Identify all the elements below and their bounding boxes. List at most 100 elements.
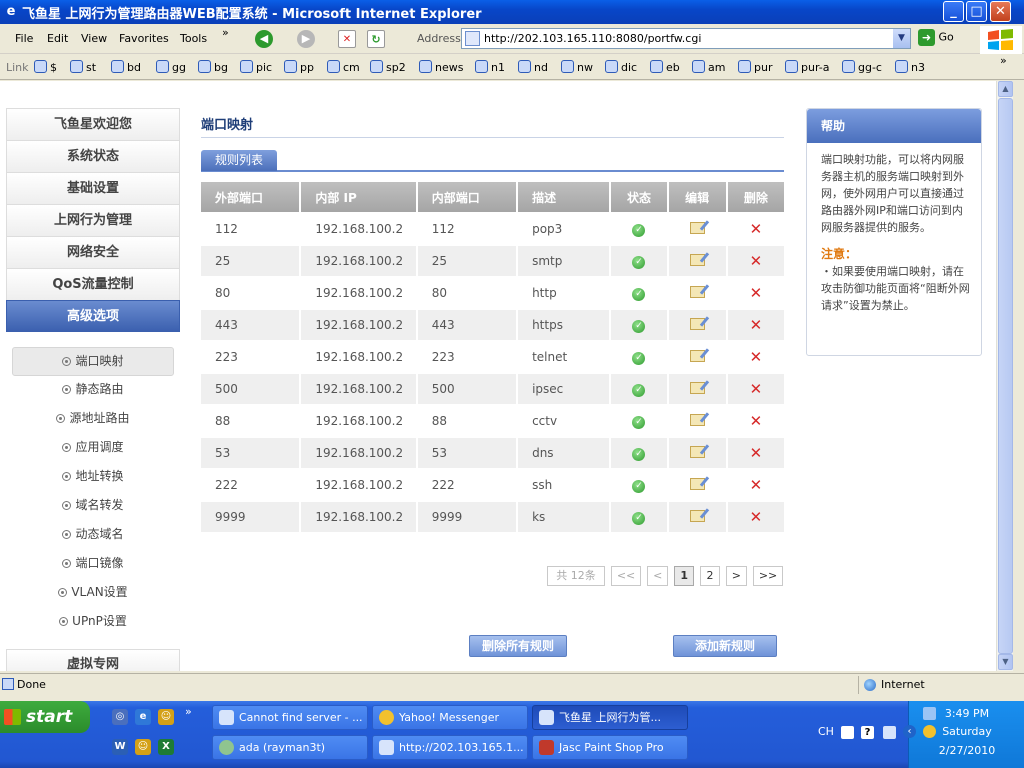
link-item[interactable]: pic: [240, 60, 272, 74]
menu-view[interactable]: View: [81, 32, 107, 45]
sub-item-port-mapping[interactable]: 端口映射: [12, 347, 174, 376]
delete-x-icon[interactable]: ✕: [750, 412, 763, 430]
scroll-thumb[interactable]: [998, 98, 1013, 654]
task-cannot-find-server[interactable]: Cannot find server - ...: [212, 705, 368, 730]
pager-page-1[interactable]: 1: [674, 566, 695, 586]
link-item[interactable]: cm: [327, 60, 360, 74]
quick-launch-excel-icon[interactable]: X: [158, 739, 174, 755]
edit-note-icon[interactable]: [689, 317, 705, 330]
edit-note-icon[interactable]: [689, 349, 705, 362]
link-item[interactable]: n1: [475, 60, 505, 74]
quick-launch-smiley-icon[interactable]: ☺: [135, 739, 151, 755]
go-button[interactable]: ➜ Go: [918, 29, 968, 49]
delete-x-icon[interactable]: ✕: [750, 220, 763, 238]
window-titlebar[interactable]: e 飞鱼星 上网行为管理路由器WEB配置系统 - Microsoft Inter…: [0, 0, 1024, 24]
edit-note-icon[interactable]: [689, 381, 705, 394]
edit-note-icon[interactable]: [689, 509, 705, 522]
language-indicator[interactable]: CH: [818, 725, 834, 738]
vertical-scrollbar[interactable]: ▲ ▼: [996, 81, 1013, 671]
link-item[interactable]: bd: [111, 60, 141, 74]
address-input[interactable]: [484, 29, 904, 47]
delete-x-icon[interactable]: ✕: [750, 316, 763, 334]
refresh-icon[interactable]: ↻: [367, 30, 385, 48]
links-more-chevron-icon[interactable]: »: [1000, 54, 1007, 67]
nav-item-network-security[interactable]: 网络安全: [6, 236, 180, 268]
sub-item-port-mirror[interactable]: 端口镜像: [12, 550, 174, 579]
minimize-button[interactable]: _: [943, 1, 964, 22]
sub-item-app-scheduling[interactable]: 应用调度: [12, 434, 174, 463]
stop-icon[interactable]: ✕: [338, 30, 356, 48]
add-rule-button[interactable]: 添加新规则: [673, 635, 777, 657]
delete-x-icon[interactable]: ✕: [750, 508, 763, 526]
link-item[interactable]: nd: [518, 60, 548, 74]
help-icon[interactable]: ?: [861, 726, 874, 739]
pager-next[interactable]: >: [725, 566, 748, 586]
nav-item-basic-settings[interactable]: 基础设置: [6, 172, 180, 204]
quick-launch-more-chevron-icon[interactable]: »: [185, 705, 192, 718]
sub-item-static-route[interactable]: 静态路由: [12, 376, 174, 405]
sub-item-dns-forward[interactable]: 域名转发: [12, 492, 174, 521]
task-router-config[interactable]: 飞鱼星 上网行为管...: [532, 705, 688, 730]
link-item[interactable]: eb: [650, 60, 680, 74]
pager-last[interactable]: >>: [752, 566, 784, 586]
edit-note-icon[interactable]: [689, 253, 705, 266]
clock-time[interactable]: 3:49 PM: [909, 707, 1024, 720]
delete-x-icon[interactable]: ✕: [750, 348, 763, 366]
nav-item-behavior-management[interactable]: 上网行为管理: [6, 204, 180, 236]
delete-x-icon[interactable]: ✕: [750, 252, 763, 270]
sub-item-source-route[interactable]: 源地址路由: [12, 405, 174, 434]
edit-note-icon[interactable]: [689, 285, 705, 298]
pager-page-2[interactable]: 2: [699, 566, 720, 586]
menu-more-chevron-icon[interactable]: »: [222, 26, 229, 39]
delete-x-icon[interactable]: ✕: [750, 476, 763, 494]
pager-prev[interactable]: <: [647, 566, 669, 586]
sub-item-nat[interactable]: 地址转换: [12, 463, 174, 492]
task-ada-chat[interactable]: ada (rayman3t): [212, 735, 368, 760]
link-item[interactable]: nw: [561, 60, 593, 74]
delete-all-rules-button[interactable]: 删除所有规则: [469, 635, 568, 657]
link-item[interactable]: $: [34, 60, 57, 74]
quick-launch-word-icon[interactable]: W: [112, 739, 128, 755]
scroll-up-icon[interactable]: ▲: [998, 81, 1013, 97]
nav-item-welcome[interactable]: 飞鱼星欢迎您: [6, 108, 180, 140]
nav-item-vpn[interactable]: 虚拟专网: [6, 649, 180, 671]
link-item[interactable]: bg: [198, 60, 228, 74]
quick-launch-ie-icon[interactable]: e: [135, 709, 151, 725]
link-item[interactable]: gg: [156, 60, 186, 74]
scroll-down-icon[interactable]: ▼: [998, 654, 1013, 670]
link-item[interactable]: news: [419, 60, 463, 74]
close-button[interactable]: ✕: [990, 1, 1011, 22]
address-bar[interactable]: ▼: [461, 28, 911, 49]
sub-item-upnp[interactable]: UPnP设置: [12, 608, 174, 637]
link-item[interactable]: pur-a: [785, 60, 829, 74]
menu-favorites[interactable]: Favorites: [119, 32, 169, 45]
task-http-page[interactable]: http://202.103.165.1...: [372, 735, 528, 760]
nav-item-qos[interactable]: QoS流量控制: [6, 268, 180, 300]
edit-note-icon[interactable]: [689, 221, 705, 234]
start-button[interactable]: start: [0, 701, 90, 733]
link-item[interactable]: dic: [605, 60, 637, 74]
keyboard-icon[interactable]: [841, 726, 854, 739]
address-dropdown-icon[interactable]: ▼: [893, 29, 910, 48]
menu-tools[interactable]: Tools: [180, 32, 207, 45]
nav-item-system-status[interactable]: 系统状态: [6, 140, 180, 172]
menu-file[interactable]: File: [15, 32, 33, 45]
link-item[interactable]: gg-c: [842, 60, 882, 74]
nav-item-advanced[interactable]: 高级选项: [6, 300, 180, 332]
sub-item-vlan[interactable]: VLAN设置: [12, 579, 174, 608]
edit-note-icon[interactable]: [689, 445, 705, 458]
delete-x-icon[interactable]: ✕: [750, 284, 763, 302]
task-paint-shop-pro[interactable]: Jasc Paint Shop Pro: [532, 735, 688, 760]
link-item[interactable]: sp2: [370, 60, 406, 74]
delete-x-icon[interactable]: ✕: [750, 380, 763, 398]
tab-rule-list[interactable]: 规则列表: [201, 150, 278, 171]
link-item[interactable]: am: [692, 60, 725, 74]
forward-arrow-icon[interactable]: ▶: [297, 30, 315, 48]
input-pen-icon[interactable]: [883, 726, 896, 739]
link-item[interactable]: pp: [284, 60, 314, 74]
quick-launch-desktop-icon[interactable]: ◎: [112, 709, 128, 725]
edit-note-icon[interactable]: [689, 477, 705, 490]
quick-launch-messenger-icon[interactable]: ☺: [158, 709, 174, 725]
link-item[interactable]: n3: [895, 60, 925, 74]
edit-note-icon[interactable]: [689, 413, 705, 426]
